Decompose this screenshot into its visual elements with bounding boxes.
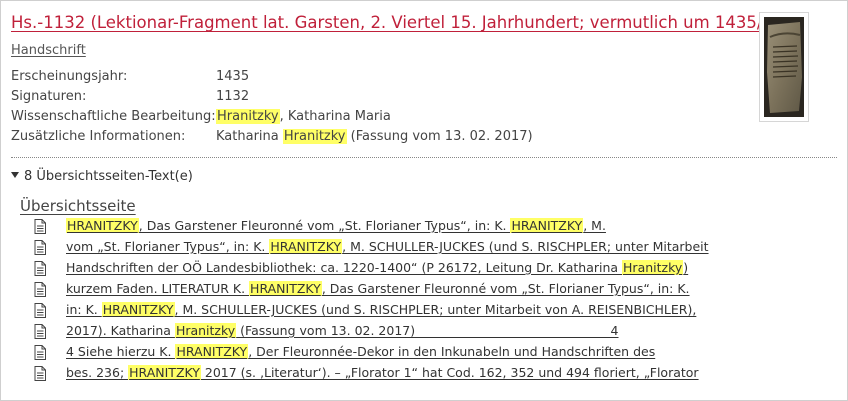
text-segment: in: K. — [66, 302, 102, 317]
metadata-row: Erscheinungsjahr: 1435 — [11, 69, 249, 84]
snippet-link[interactable]: 2017). Katharina Hranitzky (Fassung vom … — [66, 323, 619, 338]
search-highlight: HRANITZKY — [249, 281, 322, 296]
metadata-row: Signaturen: 1132 — [11, 89, 249, 104]
search-highlight: Hranitzky — [174, 323, 237, 338]
metadata-value: 1132 — [216, 89, 249, 104]
snippet-link[interactable]: in: K. HRANITZKY, M. SCHULLER-JUCKES (un… — [66, 302, 696, 317]
text-segment: 2017 (s. ‚Literatur‘). – „Florator 1“ ha… — [200, 365, 699, 380]
document-icon — [34, 219, 46, 237]
text-segment: 1132 — [216, 89, 250, 104]
manuscript-thumbnail[interactable] — [759, 12, 809, 122]
overview-toggle-label: 8 Übersichtsseiten-Text(e) — [24, 169, 193, 184]
search-highlight: Hranitzky — [216, 109, 280, 124]
document-icon — [34, 240, 46, 258]
manuscript-fragment-image — [764, 17, 804, 117]
metadata-label: Zusätzliche Informationen: — [11, 129, 186, 144]
search-highlight: Hranitzky — [622, 260, 684, 275]
text-segment: , Der Fleuronnée-Dekor in den Inkunabeln… — [248, 344, 656, 359]
metadata-row: Zusätzliche Informationen: Katharina Hran… — [11, 129, 533, 144]
metadata-label: Signaturen: — [11, 89, 87, 104]
caret-down-icon — [11, 171, 19, 178]
document-icon — [34, 303, 46, 321]
document-icon — [34, 366, 46, 384]
text-segment: 4 Siehe hierzu K. — [66, 344, 176, 359]
document-icon — [34, 282, 46, 300]
text-segment: vom „St. Florianer Typus“, in: K. — [66, 239, 270, 254]
text-segment: , Das Garstener Fleuronné vom „St. Flori… — [321, 281, 690, 296]
metadata-label: Erscheinungsjahr: — [11, 69, 128, 84]
snippet-link[interactable]: bes. 236; HRANITZKY 2017 (s. ‚Literatur‘… — [66, 365, 699, 380]
snippet-link[interactable]: vom „St. Florianer Typus“, in: K. HRANIT… — [66, 239, 709, 254]
search-highlight: HRANITZKY — [66, 218, 139, 233]
document-icon — [34, 345, 46, 363]
snippet-link[interactable]: HRANITZKY, Das Garstener Fleuronné vom „… — [66, 218, 606, 233]
text-segment: , M. SCHULLER-JUCKES (und S. RISCHPLER; … — [342, 239, 709, 254]
search-highlight: Hranitzky — [282, 129, 347, 144]
text-segment: ) — [683, 260, 689, 275]
metadata-label: Wissenschaftliche Bearbeitung: — [11, 109, 216, 124]
text-segment: kurzem Faden. LITERATUR K. — [66, 281, 250, 296]
snippet-link[interactable]: Handschriften der OÖ Landesbibliothek: c… — [66, 260, 688, 275]
search-highlight: HRANITZKY — [175, 344, 249, 359]
text-segment: Handschriften der OÖ Landesbibliothek: c… — [66, 260, 623, 275]
metadata-value: Hranitzky, Katharina Maria — [216, 109, 391, 124]
record-type-link[interactable]: Handschrift — [11, 43, 86, 58]
snippet-link[interactable]: kurzem Faden. LITERATUR K. HRANITZKY, Da… — [66, 281, 690, 296]
snippet-link[interactable]: 4 Siehe hierzu K. HRANITZKY, Der Fleuron… — [66, 344, 655, 359]
metadata-value: Katharina Hranitzky (Fassung vom 13. 02.… — [216, 129, 533, 144]
text-segment: bes. 236; — [66, 365, 129, 380]
overview-toggle[interactable]: 8 Übersichtsseiten-Text(e) — [11, 169, 193, 184]
search-highlight: HRANITZKY — [101, 302, 175, 317]
text-segment: , M. — [583, 218, 606, 233]
text-segment: (Fassung vom 13. 02. 2017) — [346, 129, 533, 144]
text-segment: (Fassung vom 13. 02. 2017) _____________… — [236, 323, 619, 338]
text-segment: , Katharina Maria — [279, 109, 391, 124]
text-segment: , Das Garstener Fleuronné vom „St. Flori… — [138, 218, 511, 233]
search-highlight: HRANITZKY — [269, 239, 343, 254]
metadata-value: 1435 — [216, 69, 249, 84]
document-icon — [34, 324, 46, 342]
text-segment: 1435 — [216, 69, 250, 84]
metadata-row: Wissenschaftliche Bearbeitung:Hranitzky,… — [11, 109, 391, 124]
section-divider — [11, 157, 837, 158]
text-segment: Katharina — [216, 129, 283, 144]
overview-section-title: Übersichtsseite — [20, 197, 136, 215]
record-title-link[interactable]: Hs.-1132 (Lektionar-Fragment lat. Garste… — [11, 13, 790, 32]
text-segment: , M. SCHULLER-JUCKES (und S. RISCHPLER; … — [174, 302, 697, 317]
document-icon — [34, 261, 46, 279]
text-segment: 2017). Katharina — [66, 323, 175, 338]
search-highlight: HRANITZKY — [510, 218, 584, 233]
search-highlight: HRANITZKY — [128, 365, 201, 380]
